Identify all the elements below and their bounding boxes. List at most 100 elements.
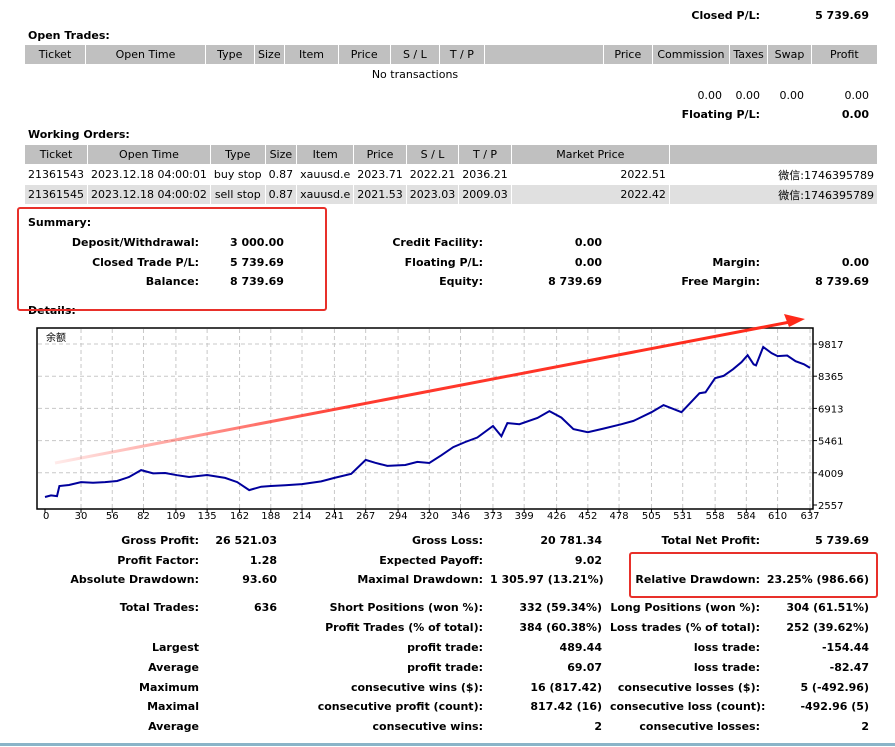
col-sl[interactable]: S / L — [406, 145, 459, 164]
largest-loss-label: loss trade: — [693, 641, 760, 654]
margin-label: Margin: — [712, 256, 760, 269]
order-comment: 微信:1746395789 — [669, 185, 877, 204]
margin-value: 0.00 — [841, 256, 869, 269]
short-positions-label: Short Positions (won %): — [329, 601, 483, 614]
y-tick-label: 8365 — [818, 372, 843, 383]
gross-profit-label: Gross Profit: — [121, 534, 199, 547]
loss-trades-label: Loss trades (% of total): — [610, 621, 761, 634]
col-profit[interactable]: Profit — [811, 45, 877, 64]
total-net-profit-label: Total Net Profit: — [661, 534, 761, 547]
average-label: Average — [148, 661, 199, 674]
x-tick-label: 82 — [137, 511, 150, 522]
no-transactions-text: No transactions — [371, 68, 459, 81]
working-orders-title: Working Orders: — [28, 128, 130, 141]
col-type[interactable]: Type — [205, 45, 254, 64]
x-tick-label: 188 — [261, 511, 280, 522]
total-net-profit-value: 5 739.69 — [815, 534, 869, 547]
col-item[interactable]: Item — [297, 145, 354, 164]
col-price[interactable]: Price — [338, 45, 390, 64]
average-profit-value: 69.07 — [567, 661, 602, 674]
average-loss-label: loss trade: — [693, 661, 760, 674]
maximal-consec-loss-value: -492.96 (5) — [800, 700, 869, 713]
credit-label: Credit Facility: — [392, 236, 483, 249]
col-commission[interactable]: Commission — [653, 45, 729, 64]
chart-title: 余额 — [46, 331, 66, 344]
x-tick-label: 452 — [578, 511, 597, 522]
absolute-drawdown-value: 93.60 — [242, 573, 277, 586]
floating-pl-value: 0.00 — [841, 108, 869, 121]
col-ticket[interactable]: Ticket — [25, 145, 87, 164]
y-tick-label: 5461 — [818, 437, 843, 448]
profit-factor-value: 1.28 — [249, 554, 277, 567]
col-size[interactable]: Size — [254, 45, 285, 64]
col-market-price[interactable]: Market Price — [511, 145, 669, 164]
open-trades-table: Ticket Open Time Type Size Item Price S … — [24, 44, 878, 65]
avg-consec-losses-value: 2 — [861, 720, 869, 733]
y-tick-label: 9817 — [818, 340, 843, 351]
gross-loss-label: Gross Loss: — [412, 534, 483, 547]
col-open-time[interactable]: Open Time — [88, 145, 210, 164]
maximal-consec-profit-label: consecutive profit (count): — [317, 700, 483, 713]
col-item[interactable]: Item — [285, 45, 338, 64]
order-row[interactable]: 21361545 2023.12.18 04:00:02 sell stop 0… — [25, 185, 877, 204]
order-row[interactable]: 21361543 2023.12.18 04:00:01 buy stop 0.… — [25, 165, 877, 184]
total-swap: 0.00 — [779, 89, 805, 102]
order-item: xauusd.e — [300, 168, 351, 181]
floating-label: Floating P/L: — [404, 256, 483, 269]
maximal-drawdown-label: Maximal Drawdown: — [357, 573, 483, 586]
max-consec-losses-label: consecutive losses ($): — [617, 681, 760, 694]
max-consec-wins-value: 16 (817.42) — [530, 681, 602, 694]
order-tp: 2009.03 — [459, 185, 511, 204]
short-positions-value: 332 (59.34%) — [519, 601, 602, 614]
col-comment[interactable] — [669, 145, 877, 164]
x-tick-label: 241 — [325, 511, 344, 522]
col-tp[interactable]: T / P — [440, 45, 484, 64]
order-sl: 2022.21 — [409, 168, 456, 181]
average-consec-label: Average — [148, 720, 199, 733]
open-trades-title: Open Trades: — [28, 29, 110, 42]
col-type[interactable]: Type — [210, 145, 265, 164]
x-tick-label: 373 — [483, 511, 502, 522]
x-tick-label: 30 — [75, 511, 88, 522]
maximal-consec-loss-label: consecutive loss (count): — [610, 700, 766, 713]
largest-profit-label: profit trade: — [407, 641, 483, 654]
col-tp[interactable]: T / P — [459, 145, 511, 164]
credit-value: 0.00 — [574, 236, 602, 249]
col-swap[interactable]: Swap — [768, 45, 811, 64]
x-tick-label: 0 — [43, 511, 49, 522]
x-tick-label: 610 — [768, 511, 787, 522]
maximal-drawdown-value: 1 305.97 (13.21%) — [490, 573, 604, 586]
order-price: 2023.71 — [357, 168, 403, 181]
order-price: 2021.53 — [354, 185, 406, 204]
equity-label: Equity: — [439, 275, 483, 288]
col-ticket[interactable]: Ticket — [25, 45, 85, 64]
working-orders-table: Ticket Open Time Type Size Item Price S … — [24, 144, 878, 205]
col-price-2[interactable]: Price — [603, 45, 653, 64]
summary-highlight-box — [17, 207, 327, 311]
chart-frame — [36, 327, 814, 510]
maximal-consec-profit-value: 817.42 (16) — [530, 700, 602, 713]
max-consec-losses-value: 5 (-492.96) — [800, 681, 869, 694]
closed-pl-value: 5 739.69 — [815, 9, 869, 22]
profit-trades-value: 384 (60.38%) — [519, 621, 602, 634]
total-taxes: 0.00 — [735, 89, 761, 102]
x-tick-label: 346 — [451, 511, 470, 522]
col-size[interactable]: Size — [265, 145, 297, 164]
max-consec-wins-label: consecutive wins ($): — [350, 681, 483, 694]
col-price[interactable]: Price — [354, 145, 406, 164]
gross-profit-value: 26 521.03 — [215, 534, 277, 547]
total-commission: 0.00 — [697, 89, 723, 102]
col-blank[interactable] — [484, 45, 603, 64]
total-trades-value: 636 — [254, 601, 277, 614]
x-tick-label: 56 — [106, 511, 119, 522]
floating-pl-label: Floating P/L: — [681, 108, 760, 121]
col-sl[interactable]: S / L — [390, 45, 440, 64]
balance-chart: 0 30 56 82 109 135 162 188 214 241 267 294 320 346 373… — [36, 314, 843, 522]
avg-consec-wins-value: 2 — [594, 720, 602, 733]
col-open-time[interactable]: Open Time — [86, 45, 205, 64]
x-tick-label: 426 — [547, 511, 566, 522]
x-tick-label: 478 — [610, 511, 629, 522]
order-type: buy stop — [213, 168, 262, 181]
long-positions-label: Long Positions (won %): — [610, 601, 760, 614]
col-taxes[interactable]: Taxes — [729, 45, 768, 64]
